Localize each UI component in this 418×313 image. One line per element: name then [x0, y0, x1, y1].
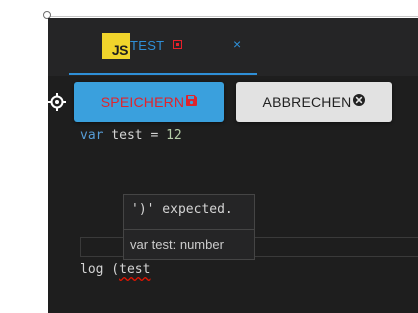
cancel-button[interactable]: ABBRECHEN: [236, 82, 392, 122]
tab-close-icon[interactable]: ×: [233, 36, 241, 52]
type-info: var test: number: [130, 237, 224, 252]
code-line-1[interactable]: var test = 12: [80, 128, 182, 143]
unsaved-indicator-icon: [173, 40, 182, 49]
cancel-label: ABBRECHEN: [262, 94, 352, 110]
crosshair-target-icon[interactable]: [48, 93, 66, 116]
js-icon: JS: [102, 33, 130, 59]
code-line-2[interactable]: log (test: [80, 262, 150, 277]
error-squiggle: test: [119, 262, 151, 277]
floppy-disk-icon: [186, 93, 198, 111]
tooltip-divider: [124, 229, 254, 230]
save-button[interactable]: SPEICHERN: [74, 82, 224, 122]
window-border: [48, 16, 418, 17]
hover-tooltip: ')' expected. var test: number: [123, 194, 255, 260]
tab-strip: JS TEST ×: [48, 18, 418, 76]
tab-label: TEST: [130, 38, 165, 53]
error-message: ')' expected.: [131, 202, 233, 217]
active-tab-underline: [69, 73, 257, 75]
close-circle-icon: [353, 93, 366, 111]
save-label: SPEICHERN: [100, 94, 185, 110]
